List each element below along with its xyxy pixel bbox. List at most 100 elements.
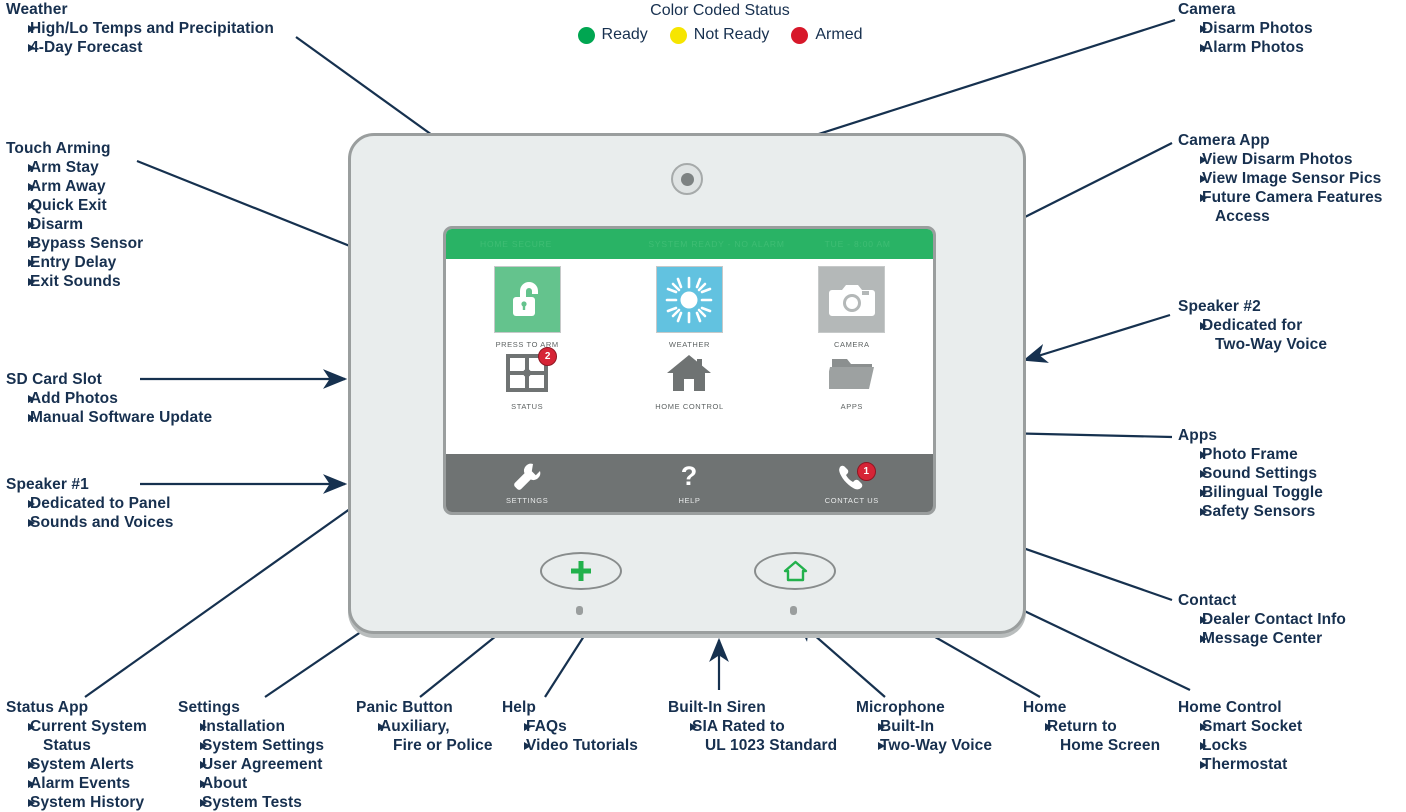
annotation-item: View Disarm Photos bbox=[1178, 150, 1383, 169]
annotation-list-touch-arming: Arm Stay Arm Away Quick Exit Disarm Bypass S… bbox=[6, 158, 143, 291]
nav-label-settings: SETTINGS bbox=[506, 495, 549, 505]
nav-help[interactable]: ? HELP bbox=[608, 462, 770, 505]
annotation-list-status-app: Current System Status System Alerts Alarm E… bbox=[6, 717, 147, 812]
annotation-item: Alarm Events bbox=[6, 774, 147, 793]
tile-weather[interactable]: WEATHER bbox=[608, 266, 770, 349]
annotation-item: Bypass Sensor bbox=[6, 234, 143, 253]
press-to-arm-tile[interactable] bbox=[493, 266, 561, 333]
annotation-item: View Image Sensor Pics bbox=[1178, 169, 1383, 188]
camera-lens-icon bbox=[671, 163, 703, 195]
annotation-title-apps: Apps bbox=[1178, 427, 1218, 444]
annotation-item: Add Photos bbox=[6, 389, 212, 408]
legend-label-ready: Ready bbox=[601, 26, 648, 43]
app-label-apps: APPS bbox=[840, 402, 864, 411]
status-bar: HOME SECURE SYSTEM READY - NO ALARM TUE … bbox=[446, 229, 933, 259]
annotation-title-touch-arming: Touch Arming bbox=[6, 140, 111, 157]
app-apps[interactable]: APPS bbox=[771, 351, 933, 411]
annotation-home-control: Home Control Smart Socket Locks Thermostat bbox=[1178, 698, 1302, 774]
annotation-item: Built-In bbox=[856, 717, 992, 736]
contact-badge: 1 bbox=[856, 461, 876, 481]
annotation-item: 4-Day Forecast bbox=[6, 38, 274, 57]
annotation-speaker-1: Speaker #1 Dedicated to Panel Sounds and V… bbox=[6, 475, 174, 532]
annotation-item: Arm Away bbox=[6, 177, 143, 196]
annotation-touch-arming: Touch Arming Arm Stay Arm Away Quick Exit Di… bbox=[6, 139, 143, 291]
annotation-title-home: Home bbox=[1023, 699, 1067, 716]
legend-label-not-ready: Not Ready bbox=[693, 26, 770, 43]
annotation-item: Dealer Contact Info bbox=[1178, 610, 1346, 629]
annotation-list-speaker-2: Dedicated for Two-Way Voice bbox=[1178, 316, 1327, 354]
nav-label-contact-us: CONTACT US bbox=[824, 495, 879, 505]
question-mark-icon: ? bbox=[681, 462, 698, 491]
app-label-status: STATUS bbox=[511, 402, 544, 411]
annotation-list-sd-card-slot: Add Photos Manual Software Update bbox=[6, 389, 212, 427]
annotation-list-home-control: Smart Socket Locks Thermostat bbox=[1178, 717, 1302, 774]
annotation-title-speaker-2: Speaker #2 bbox=[1178, 298, 1261, 315]
annotation-item: FAQs bbox=[502, 717, 638, 736]
annotation-item: System History bbox=[6, 793, 147, 812]
annotation-title-built-in-siren: Built-In Siren bbox=[668, 699, 766, 716]
annotation-contact: Contact Dealer Contact Info Message Center bbox=[1178, 591, 1346, 648]
annotation-item-continuation: Fire or Police bbox=[393, 737, 493, 754]
microphone-port-left bbox=[576, 606, 583, 615]
annotation-title-camera: Camera bbox=[1178, 1, 1236, 18]
annotation-item: Locks bbox=[1178, 736, 1302, 755]
panic-plus-icon bbox=[571, 561, 591, 581]
annotation-item: High/Lo Temps and Precipitation bbox=[6, 19, 274, 38]
annotation-camera-app: Camera App View Disarm Photos View Image S… bbox=[1178, 131, 1383, 226]
annotation-item: Alarm Photos bbox=[1178, 38, 1313, 57]
annotation-item: Current System bbox=[6, 717, 147, 736]
home-house-icon bbox=[783, 560, 807, 582]
annotation-item: About bbox=[178, 774, 324, 793]
panic-button[interactable] bbox=[540, 552, 622, 590]
annotation-list-panic-button: Auxiliary, Fire or Police bbox=[356, 717, 493, 755]
annotation-list-camera-app: View Disarm Photos View Image Sensor Pics… bbox=[1178, 150, 1383, 226]
annotation-apps: Apps Photo Frame Sound Settings Bilingual T… bbox=[1178, 426, 1323, 521]
home-button[interactable] bbox=[754, 552, 836, 590]
apps-icon-wrap[interactable] bbox=[826, 351, 878, 395]
tile-press-to-arm[interactable]: PRESS TO ARM bbox=[446, 266, 608, 349]
weather-tile[interactable] bbox=[655, 266, 723, 333]
annotation-list-weather: High/Lo Temps and Precipitation 4-Day For… bbox=[6, 19, 274, 57]
legend-item-armed: Armed bbox=[791, 26, 862, 44]
annotation-item: Safety Sensors bbox=[1178, 502, 1323, 521]
annotation-microphone: Microphone Built-In Two-Way Voice bbox=[856, 698, 992, 755]
annotation-item: Thermostat bbox=[1178, 755, 1302, 774]
nav-settings[interactable]: SETTINGS bbox=[446, 462, 608, 505]
status-badge: 2 bbox=[538, 347, 558, 366]
nav-contact-us[interactable]: 1 CONTACT US bbox=[771, 461, 933, 505]
annotation-item: Return to bbox=[1023, 717, 1160, 736]
annotation-item: System Settings bbox=[178, 736, 324, 755]
annotation-item: Disarm bbox=[6, 215, 143, 234]
annotation-built-in-siren: Built-In Siren SIA Rated to UL 1023 Standa… bbox=[668, 698, 837, 755]
home-control-icon-wrap[interactable] bbox=[663, 351, 715, 395]
annotation-item: Sound Settings bbox=[1178, 464, 1323, 483]
camera-tile[interactable] bbox=[818, 266, 886, 333]
status-icon-wrap[interactable]: 2 bbox=[501, 347, 558, 395]
annotation-list-help: FAQs Video Tutorials bbox=[502, 717, 638, 755]
annotation-title-weather: Weather bbox=[6, 1, 68, 18]
annotation-sd-card-slot: SD Card Slot Add Photos Manual Software Up… bbox=[6, 370, 212, 427]
status-bar-center: SYSTEM READY - NO ALARM bbox=[648, 239, 785, 249]
annotation-item: SIA Rated to bbox=[668, 717, 837, 736]
app-home-control[interactable]: HOME CONTROL bbox=[608, 351, 770, 411]
annotation-title-sd-card-slot: SD Card Slot bbox=[6, 371, 102, 388]
annotation-title-help: Help bbox=[502, 699, 536, 716]
annotation-item-continuation: Access bbox=[1215, 208, 1270, 225]
annotation-help: Help FAQs Video Tutorials bbox=[502, 698, 638, 755]
legend-title: Color Coded Status bbox=[650, 2, 790, 19]
color-coded-status-legend: Color Coded Status Ready Not Ready Armed bbox=[520, 0, 920, 44]
annotation-list-contact: Dealer Contact Info Message Center bbox=[1178, 610, 1346, 648]
annotation-home: Home Return to Home Screen bbox=[1023, 698, 1160, 755]
annotation-item: Quick Exit bbox=[6, 196, 143, 215]
app-status[interactable]: 2 STATUS bbox=[446, 347, 608, 411]
annotation-list-settings: Installation System Settings User Agreemen… bbox=[178, 717, 324, 812]
tile-camera[interactable]: CAMERA bbox=[771, 266, 933, 349]
annotation-item: System Alerts bbox=[6, 755, 147, 774]
legend-item-not-ready: Not Ready bbox=[669, 26, 770, 44]
annotation-list-camera: Disarm Photos Alarm Photos bbox=[1178, 19, 1313, 57]
annotation-item: Entry Delay bbox=[6, 253, 143, 272]
annotation-weather: Weather High/Lo Temps and Precipitation 4-… bbox=[6, 0, 274, 57]
annotation-item: Sounds and Voices bbox=[6, 513, 174, 532]
contact-icon-wrap[interactable]: 1 bbox=[830, 461, 876, 492]
house-icon bbox=[667, 355, 712, 391]
